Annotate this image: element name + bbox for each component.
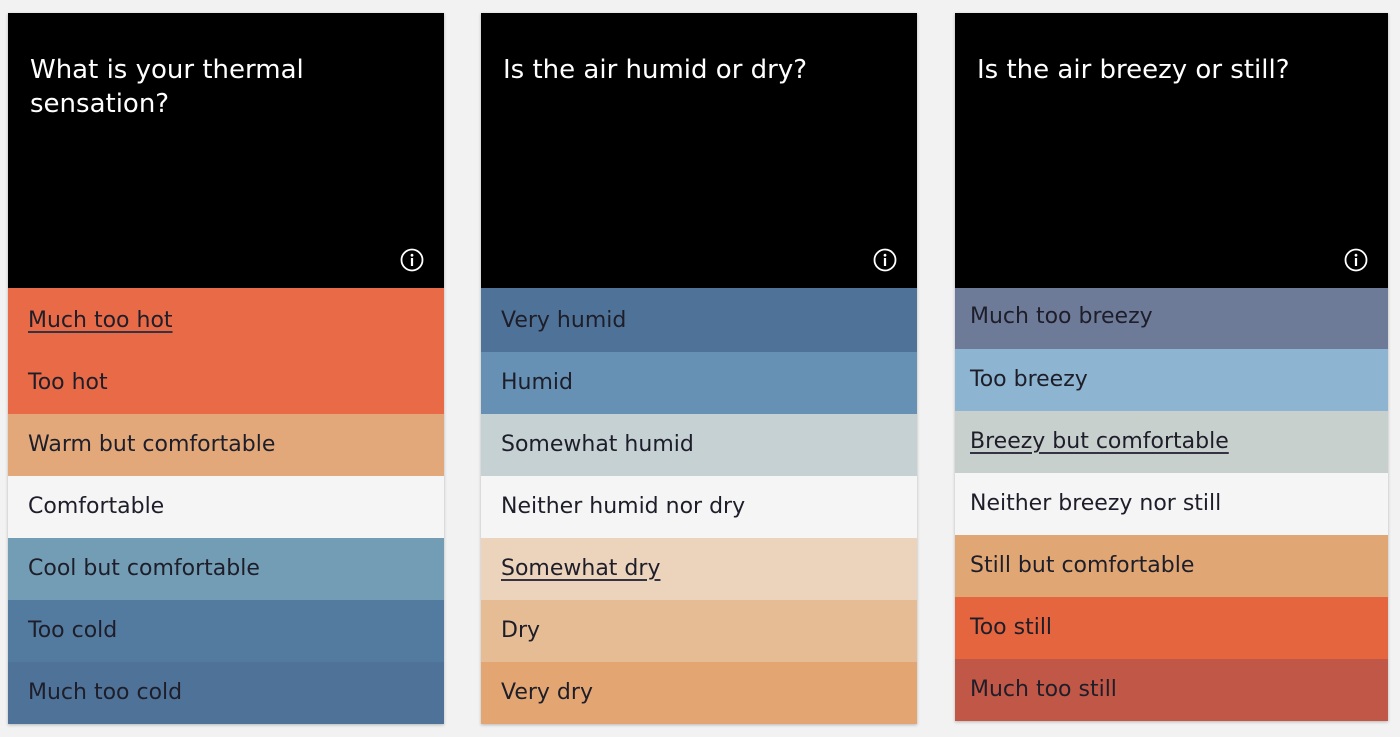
option-somewhat-dry[interactable]: Somewhat dry — [481, 538, 917, 600]
option-label: Much too still — [970, 677, 1117, 702]
option-humid[interactable]: Humid — [481, 352, 917, 414]
option-dry[interactable]: Dry — [481, 600, 917, 662]
option-much-too-still[interactable]: Much too still — [955, 659, 1388, 721]
option-label: Too breezy — [970, 367, 1088, 392]
option-label: Very dry — [501, 680, 593, 705]
option-label: Cool but comfortable — [28, 556, 260, 581]
option-label: Much too hot — [28, 308, 173, 333]
option-label: Comfortable — [28, 494, 165, 519]
thermal-sensation-card: What is your thermal sensation? Much too… — [8, 13, 444, 724]
option-label: Somewhat humid — [501, 432, 694, 457]
option-list: Much too hot Too hot Warm but comfortabl… — [8, 288, 444, 724]
option-too-still[interactable]: Too still — [955, 597, 1388, 659]
option-label: Dry — [501, 618, 541, 643]
option-label: Humid — [501, 370, 573, 395]
option-list: Very humid Humid Somewhat humid Neither … — [481, 288, 917, 724]
option-much-too-breezy[interactable]: Much too breezy — [955, 288, 1388, 349]
option-too-hot[interactable]: Too hot — [8, 352, 444, 414]
option-comfortable[interactable]: Comfortable — [8, 476, 444, 538]
option-very-dry[interactable]: Very dry — [481, 662, 917, 724]
question-title: Is the air breezy or still? — [977, 55, 1290, 85]
option-label: Still but comfortable — [970, 553, 1195, 578]
question-header: Is the air breezy or still? — [955, 13, 1388, 288]
option-label: Warm but comfortable — [28, 432, 276, 457]
option-neither-breezy-nor-still[interactable]: Neither breezy nor still — [955, 473, 1388, 535]
question-title: What is your thermal sensation? — [30, 55, 304, 119]
option-label: Much too breezy — [970, 304, 1153, 329]
option-too-breezy[interactable]: Too breezy — [955, 349, 1388, 411]
option-label: Neither humid nor dry — [501, 494, 746, 519]
option-list: Much too breezy Too breezy Breezy but co… — [955, 288, 1388, 721]
option-very-humid[interactable]: Very humid — [481, 288, 917, 352]
air-movement-card: Is the air breezy or still? Much too bre… — [955, 13, 1388, 721]
option-label: Very humid — [501, 308, 627, 333]
option-label: Breezy but comfortable — [970, 429, 1229, 454]
option-label: Much too cold — [28, 680, 183, 705]
option-label: Somewhat dry — [501, 556, 661, 581]
option-label: Too hot — [28, 370, 108, 395]
option-too-cold[interactable]: Too cold — [8, 600, 444, 662]
option-label: Neither breezy nor still — [970, 491, 1222, 516]
info-icon[interactable] — [873, 248, 897, 272]
option-somewhat-humid[interactable]: Somewhat humid — [481, 414, 917, 476]
option-much-too-cold[interactable]: Much too cold — [8, 662, 444, 724]
option-breezy-but-comfortable[interactable]: Breezy but comfortable — [955, 411, 1388, 473]
info-icon[interactable] — [1344, 248, 1368, 272]
question-header: Is the air humid or dry? — [481, 13, 917, 288]
option-much-too-hot[interactable]: Much too hot — [8, 288, 444, 352]
option-neither-humid-nor-dry[interactable]: Neither humid nor dry — [481, 476, 917, 538]
question-header: What is your thermal sensation? — [8, 13, 444, 288]
question-title: Is the air humid or dry? — [503, 55, 808, 85]
option-cool-but-comfortable[interactable]: Cool but comfortable — [8, 538, 444, 600]
option-label: Too cold — [28, 618, 118, 643]
info-icon[interactable] — [400, 248, 424, 272]
option-label: Too still — [970, 615, 1053, 640]
option-still-but-comfortable[interactable]: Still but comfortable — [955, 535, 1388, 597]
option-warm-but-comfortable[interactable]: Warm but comfortable — [8, 414, 444, 476]
humidity-card: Is the air humid or dry? Very humid Humi… — [481, 13, 917, 724]
